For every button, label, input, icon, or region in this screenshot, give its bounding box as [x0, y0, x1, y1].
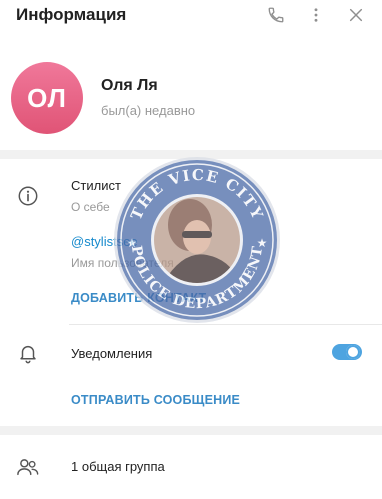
seal-top-text: THE VICE CITY: [127, 166, 265, 223]
close-button[interactable]: [344, 4, 368, 26]
more-options-button[interactable]: [304, 4, 328, 26]
common-groups-item[interactable]: 1 общая группа: [71, 459, 165, 474]
add-contact-button[interactable]: ДОБАВИТЬ КОНТАКТ: [71, 291, 206, 305]
section-divider-2: [0, 426, 382, 435]
username-label: Имя пользователя: [71, 256, 174, 270]
panel-header: Информация: [0, 0, 382, 32]
info-icon: [16, 184, 40, 208]
notifications-toggle[interactable]: [332, 344, 362, 360]
svg-text:THE VICE CITY: THE VICE CITY: [127, 166, 267, 223]
bell-icon: [16, 341, 40, 365]
profile-name: Оля Ля: [101, 77, 158, 94]
section-divider: [0, 150, 382, 159]
phone-icon: [268, 7, 284, 23]
call-button[interactable]: [264, 4, 288, 26]
username-link[interactable]: @stylistsee: [71, 234, 138, 249]
star-icon: ★: [257, 236, 268, 250]
close-icon: [349, 8, 363, 22]
bio-text: Стилист: [71, 178, 121, 193]
profile-status: был(а) недавно: [101, 103, 196, 118]
profile-section: ОЛ Оля Ля был(а) недавно: [0, 32, 382, 148]
avatar[interactable]: ОЛ: [11, 62, 83, 134]
panel-title: Информация: [16, 5, 127, 24]
notifications-label: Уведомления: [71, 346, 153, 361]
bio-label: О себе: [71, 200, 110, 214]
send-message-button[interactable]: ОТПРАВИТЬ СООБЩЕНИЕ: [71, 393, 240, 407]
more-vertical-icon: [314, 8, 318, 22]
row-divider: [69, 324, 382, 325]
photo-in-seal: [154, 197, 240, 283]
group-icon: [16, 455, 40, 479]
toggle-knob: [346, 345, 360, 359]
